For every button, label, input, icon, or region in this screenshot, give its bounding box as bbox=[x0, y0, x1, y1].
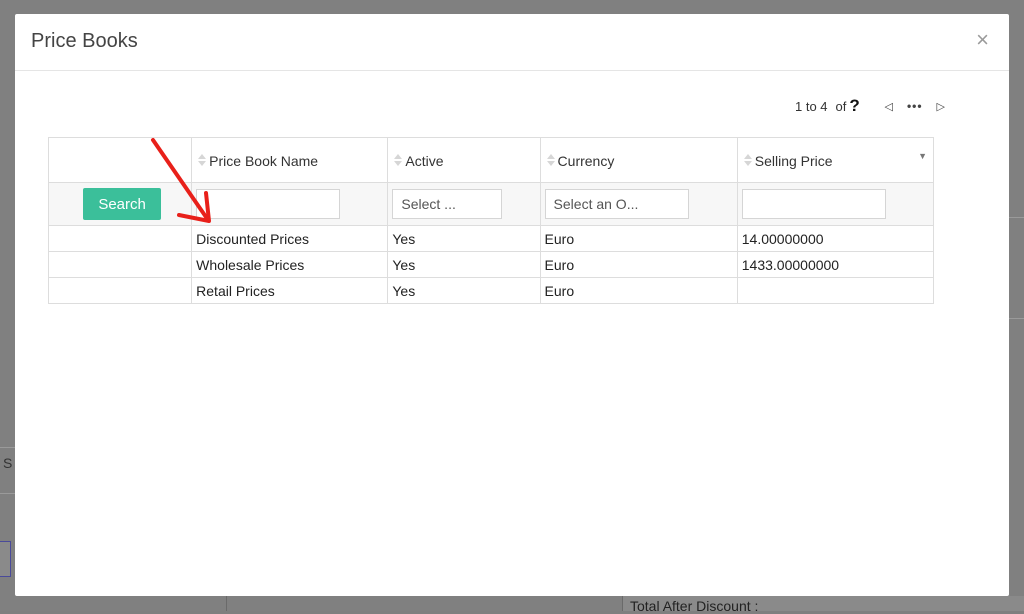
sort-icon bbox=[546, 153, 555, 168]
background-divider bbox=[1009, 217, 1024, 218]
price-book-name-cell[interactable]: Wholesale Prices bbox=[191, 251, 389, 278]
column-label: Active bbox=[405, 152, 444, 169]
sort-icon bbox=[743, 153, 752, 168]
active-filter-select[interactable]: Select ... bbox=[392, 189, 503, 219]
background-divider bbox=[0, 447, 15, 448]
price-book-name-cell[interactable]: Retail Prices bbox=[191, 277, 389, 304]
sort-icon bbox=[394, 153, 403, 168]
background-input-fragment bbox=[0, 541, 11, 577]
currency-cell: Euro bbox=[539, 277, 738, 304]
background-divider bbox=[0, 493, 15, 494]
more-pages-icon[interactable]: ••• bbox=[902, 99, 928, 113]
total-count-unknown: ? bbox=[849, 96, 860, 115]
filter-cell bbox=[736, 182, 935, 226]
background-text-fragment: S bbox=[3, 455, 13, 471]
selling-price-cell bbox=[736, 277, 935, 304]
table-row[interactable]: Retail Prices Yes Euro bbox=[47, 277, 935, 304]
active-cell: Yes bbox=[387, 277, 541, 304]
modal-header: Price Books × bbox=[15, 14, 1009, 71]
selling-price-cell: 14.00000000 bbox=[736, 225, 935, 252]
selling-price-filter-input[interactable] bbox=[741, 189, 886, 219]
column-label: Selling Price bbox=[754, 152, 833, 169]
active-cell: Yes bbox=[387, 251, 541, 278]
column-header-active[interactable]: Active bbox=[387, 137, 541, 183]
total-after-discount-label: Total After Discount : bbox=[630, 598, 759, 614]
background-divider bbox=[1009, 318, 1024, 319]
previous-page-icon[interactable]: ◁ bbox=[876, 100, 902, 113]
column-menu-icon[interactable]: ▼ bbox=[918, 151, 927, 161]
page-of-label: of bbox=[835, 98, 847, 114]
pagination: 1 to 4 of ? ◁ ••• ▷ bbox=[795, 96, 954, 116]
annotation-arrow-icon bbox=[151, 138, 211, 223]
modal-title: Price Books bbox=[31, 30, 138, 52]
close-icon[interactable]: × bbox=[976, 28, 989, 52]
currency-cell: Euro bbox=[539, 251, 738, 278]
active-cell: Yes bbox=[387, 225, 541, 252]
filter-cell: Select ... bbox=[387, 182, 541, 226]
table-row[interactable]: Wholesale Prices Yes Euro 1433.00000000 bbox=[47, 251, 935, 278]
row-select-cell[interactable] bbox=[47, 251, 193, 278]
next-page-icon[interactable]: ▷ bbox=[928, 100, 954, 113]
column-header-selling-price[interactable]: Selling Price ▼ bbox=[736, 137, 935, 183]
background-divider bbox=[226, 596, 227, 611]
row-select-cell[interactable] bbox=[47, 277, 193, 304]
column-header-currency[interactable]: Currency bbox=[539, 137, 738, 183]
column-label: Currency bbox=[557, 152, 615, 169]
selling-price-cell: 1433.00000000 bbox=[736, 251, 935, 278]
currency-filter-select[interactable]: Select an O... bbox=[544, 189, 689, 219]
price-books-modal: Price Books × 1 to 4 of ? ◁ ••• ▷ Price … bbox=[15, 14, 1009, 596]
currency-cell: Euro bbox=[539, 225, 738, 252]
page-range: 1 to 4 bbox=[795, 98, 828, 114]
filter-cell: Select an O... bbox=[539, 182, 738, 226]
